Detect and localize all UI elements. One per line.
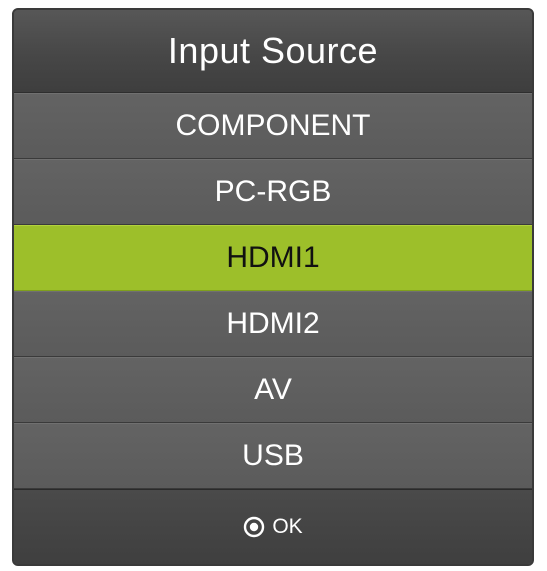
- input-option-av[interactable]: AV: [14, 357, 532, 423]
- ok-circle-icon: [243, 516, 265, 538]
- input-option-pc-rgb[interactable]: PC-RGB: [14, 159, 532, 225]
- input-source-menu: Input Source COMPONENT PC-RGB HDMI1 HDMI…: [12, 8, 534, 566]
- input-option-component[interactable]: COMPONENT: [14, 93, 532, 159]
- menu-title: Input Source: [14, 10, 532, 93]
- input-option-hdmi1[interactable]: HDMI1: [14, 225, 532, 291]
- ok-label: OK: [272, 515, 303, 538]
- ok-hint[interactable]: OK: [14, 489, 532, 564]
- input-option-usb[interactable]: USB: [14, 423, 532, 489]
- input-option-hdmi2[interactable]: HDMI2: [14, 291, 532, 357]
- input-source-list: COMPONENT PC-RGB HDMI1 HDMI2 AV USB: [14, 93, 532, 489]
